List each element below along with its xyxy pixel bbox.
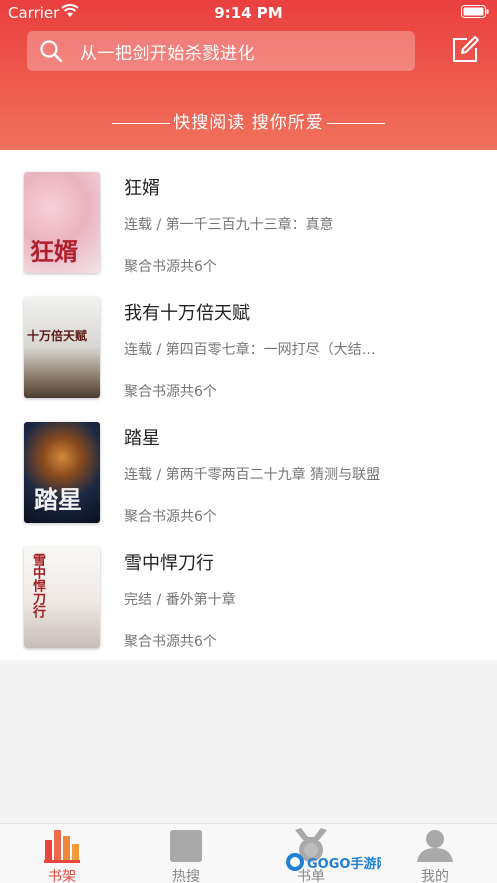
header: Carrier 9:14 PM 从一把剑开始杀戮进化 快搜阅读 搜你所爱 <box>0 0 497 150</box>
book-cover-title: 狂婿 <box>30 237 78 266</box>
book-item[interactable]: 十万倍天赋 我有十万倍天赋 连载 / 第四百零七章：一网打尽（大结… 聚合书源共… <box>0 275 497 400</box>
slogan-text: 快搜阅读 搜你所爱 <box>173 113 324 133</box>
tab-mine[interactable]: 我的 <box>373 824 497 883</box>
bookshelf-icon <box>44 830 80 863</box>
tab-hot-search[interactable]: 热搜 <box>124 824 248 883</box>
edit-icon[interactable] <box>451 36 479 64</box>
book-title: 狂婿 <box>124 178 160 199</box>
book-chapter: 连载 / 第四百零七章：一网打尽（大结… <box>124 342 376 358</box>
book-title: 雪中悍刀行 <box>124 553 214 574</box>
book-chapter: 连载 / 第两千零两百二十九章 猜测与联盟 <box>124 467 381 483</box>
slogan-divider-right <box>326 122 385 124</box>
book-source: 聚合书源共6个 <box>124 384 217 400</box>
book-source: 聚合书源共6个 <box>124 259 217 275</box>
book-cover: 踏星 <box>24 422 100 523</box>
search-icon <box>40 40 63 63</box>
book-cover: 十万倍天赋 <box>24 297 100 398</box>
battery-icon <box>461 5 489 18</box>
book-cover-title: 十万倍天赋 <box>27 329 88 343</box>
user-icon <box>417 830 453 862</box>
book-source: 聚合书源共6个 <box>124 509 217 525</box>
book-chapter: 连载 / 第一千三百九十三章：真意 <box>124 217 334 233</box>
book-cover-title: 踏星 <box>34 485 82 514</box>
book-cover: 狂婿 <box>24 172 100 273</box>
book-item[interactable]: 踏星 踏星 连载 / 第两千零两百二十九章 猜测与联盟 聚合书源共6个 <box>0 400 497 525</box>
bookshelf-list: 狂婿 狂婿 连载 / 第一千三百九十三章：真意 聚合书源共6个 十万倍天赋 我有… <box>0 150 497 660</box>
tab-label: 书架 <box>48 869 76 883</box>
book-title: 我有十万倍天赋 <box>124 303 250 324</box>
tab-label: 我的 <box>421 869 449 883</box>
status-time: 9:14 PM <box>214 4 283 22</box>
status-bar: Carrier 9:14 PM <box>0 0 497 26</box>
book-item[interactable]: 狂婿 狂婿 连载 / 第一千三百九十三章：真意 聚合书源共6个 <box>0 150 497 275</box>
tab-bar: 书架 热搜 书单 我的 <box>0 823 497 883</box>
watermark-text: GOGO手游网 <box>307 856 381 872</box>
search-placeholder: 从一把剑开始杀戮进化 <box>80 44 255 64</box>
tab-label: 热搜 <box>172 869 200 883</box>
search-input[interactable]: 从一把剑开始杀戮进化 <box>27 31 415 71</box>
book-cover-title: 雪中悍刀行 <box>30 553 45 618</box>
book-item[interactable]: 雪中悍刀行 雪中悍刀行 完结 / 番外第十章 聚合书源共6个 <box>0 525 497 650</box>
book-cover: 雪中悍刀行 <box>24 547 100 648</box>
slogan-divider-left <box>112 122 171 124</box>
book-chapter: 完结 / 番外第十章 <box>124 592 236 608</box>
tab-bookshelf[interactable]: 书架 <box>0 824 124 883</box>
watermark-logo: GOGO手游网 <box>286 853 381 872</box>
slogan: 快搜阅读 搜你所爱 <box>0 108 497 133</box>
book-title: 踏星 <box>124 428 160 449</box>
book-source: 聚合书源共6个 <box>124 634 217 650</box>
hot-search-icon <box>170 830 202 862</box>
